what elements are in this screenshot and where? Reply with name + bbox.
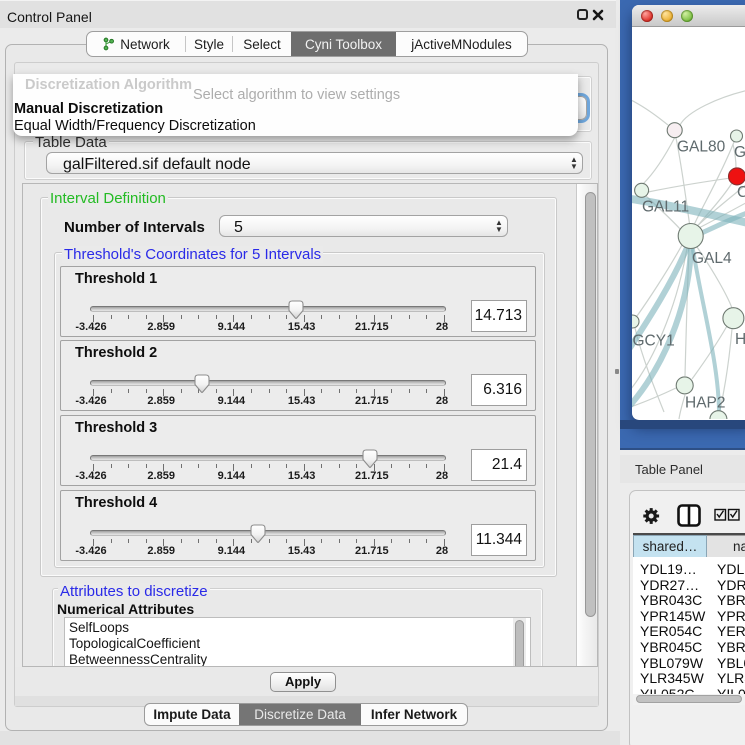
- svg-text:GCY1: GCY1: [633, 333, 675, 350]
- svg-text:GAL80: GAL80: [677, 139, 726, 156]
- svg-text:HAP2: HAP2: [685, 395, 726, 412]
- svg-text:C: C: [737, 184, 745, 201]
- svg-text:GAL4: GAL4: [692, 250, 732, 267]
- svg-text:H: H: [735, 331, 745, 348]
- svg-text:G.: G.: [734, 144, 745, 161]
- svg-text:GAL11: GAL11: [642, 199, 689, 216]
